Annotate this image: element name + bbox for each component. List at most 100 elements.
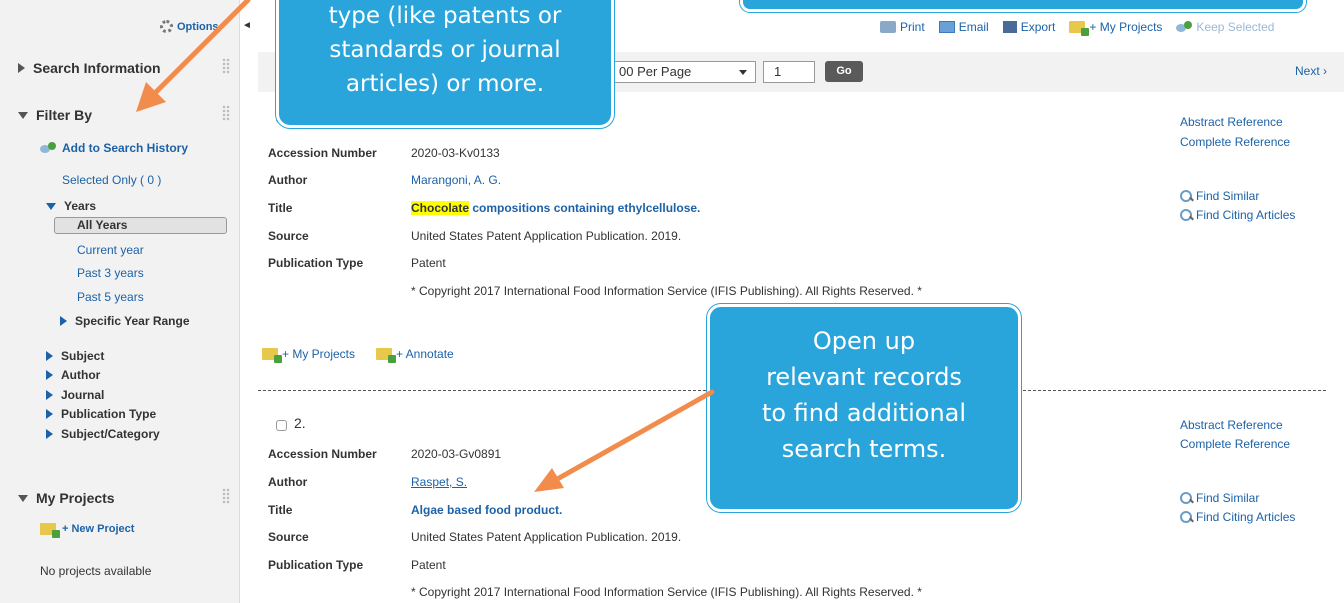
my-projects-label: My Projects xyxy=(36,490,115,506)
callout-line: relevant records xyxy=(766,363,962,391)
expand-arrow-icon xyxy=(46,390,53,400)
source-value: United States Patent Application Publica… xyxy=(411,530,682,544)
go-button[interactable]: Go xyxy=(825,61,863,82)
facet-publication-type[interactable]: Publication Type xyxy=(46,407,156,421)
record-2-checkbox[interactable] xyxy=(276,420,287,431)
filter-by-header[interactable]: Filter By xyxy=(18,107,92,123)
my-projects-label: + My Projects xyxy=(1089,20,1163,34)
add-to-projects-button[interactable]: + My Projects xyxy=(1069,20,1163,36)
complete-reference-link[interactable]: Complete Reference xyxy=(1180,437,1290,451)
no-projects-text: No projects available xyxy=(40,564,152,578)
search-information-header[interactable]: Search Information xyxy=(18,60,161,76)
facet-label: Publication Type xyxy=(61,407,157,421)
results-action-bar: Print Email Export + My Projects Keep Se… xyxy=(880,20,1274,36)
per-page-select[interactable]: 00 Per Page xyxy=(610,61,756,83)
history-icon xyxy=(40,142,56,154)
years-past3-option[interactable]: Past 3 years xyxy=(77,266,144,280)
record-2-number: 2. xyxy=(294,415,306,431)
export-icon xyxy=(1002,21,1017,33)
keep-icon xyxy=(1176,21,1193,33)
expand-arrow-icon xyxy=(60,316,67,326)
print-button[interactable]: Print xyxy=(880,20,925,34)
collapse-arrow-icon xyxy=(18,494,28,502)
expand-arrow-icon xyxy=(46,409,53,419)
drag-handle-icon[interactable] xyxy=(222,488,230,504)
callout-open-records-tip: Open up relevant records to find additio… xyxy=(707,304,1021,512)
years-label: Years xyxy=(64,199,97,213)
my-projects-label: + My Projects xyxy=(282,347,356,361)
copyright-text: * Copyright 2017 International Food Info… xyxy=(411,284,922,298)
drag-handle-icon[interactable] xyxy=(222,105,230,121)
accession-label: Accession Number xyxy=(268,447,377,461)
pub-type-value: Patent xyxy=(411,256,446,270)
specific-year-range-link[interactable]: Specific Year Range xyxy=(60,314,190,328)
complete-reference-link[interactable]: Complete Reference xyxy=(1180,135,1290,149)
accession-value: 2020-03-Gv0891 xyxy=(411,447,502,461)
folder-add-icon xyxy=(1069,21,1090,36)
email-button[interactable]: Email xyxy=(938,20,989,34)
facet-author[interactable]: Author xyxy=(46,368,100,382)
find-similar-link[interactable]: Find Similar xyxy=(1180,491,1259,505)
facet-label: Subject/Category xyxy=(61,427,160,441)
next-page-link[interactable]: Next › xyxy=(1295,64,1327,78)
folder-add-icon xyxy=(262,348,282,363)
print-label: Print xyxy=(900,20,925,34)
facet-label: Author xyxy=(61,368,101,382)
facet-journal[interactable]: Journal xyxy=(46,388,104,402)
collapse-sidebar-icon[interactable]: ◄ xyxy=(242,20,252,31)
page-number-input[interactable]: 1 xyxy=(763,61,815,83)
add-to-history-label: Add to Search History xyxy=(62,141,189,155)
facet-subject-category[interactable]: Subject/Category xyxy=(46,427,160,441)
callout-line: type (like patents or xyxy=(328,3,562,29)
record-1-annotate[interactable]: + Annotate xyxy=(376,347,454,363)
keep-selected-button[interactable]: Keep Selected xyxy=(1176,20,1274,34)
record-1-my-projects[interactable]: + My Projects xyxy=(262,347,356,363)
add-to-search-history-link[interactable]: Add to Search History xyxy=(40,141,188,155)
find-citing-label: Find Citing Articles xyxy=(1196,208,1296,222)
find-citing-link[interactable]: Find Citing Articles xyxy=(1180,510,1295,524)
record-title-link[interactable]: Algae based food product. xyxy=(411,503,562,517)
abstract-reference-link[interactable]: Abstract Reference xyxy=(1180,115,1283,129)
collapse-arrow-icon xyxy=(46,202,56,210)
source-label: Source xyxy=(268,229,309,243)
arrow-to-record-title xyxy=(534,389,715,492)
find-citing-label: Find Citing Articles xyxy=(1196,510,1296,524)
expand-arrow-icon xyxy=(46,370,53,380)
author-label: Author xyxy=(268,475,308,489)
author-label: Author xyxy=(268,173,308,187)
find-citing-link[interactable]: Find Citing Articles xyxy=(1180,208,1295,222)
new-project-link[interactable]: + New Project xyxy=(40,523,134,538)
email-icon xyxy=(938,21,955,33)
abstract-reference-link[interactable]: Abstract Reference xyxy=(1180,418,1283,432)
find-similar-label: Find Similar xyxy=(1196,491,1260,505)
accession-value: 2020-03-Kv0133 xyxy=(411,146,500,160)
folder-add-icon xyxy=(40,523,60,538)
search-information-label: Search Information xyxy=(33,60,161,76)
export-button[interactable]: Export xyxy=(1002,20,1056,34)
pub-type-label: Publication Type xyxy=(268,256,364,270)
years-past5-option[interactable]: Past 5 years xyxy=(77,290,144,304)
facet-subject[interactable]: Subject xyxy=(46,349,104,363)
author-link[interactable]: Raspet, S. xyxy=(411,475,467,489)
drag-handle-icon[interactable] xyxy=(222,58,230,74)
selected-only-link[interactable]: Selected Only ( 0 ) xyxy=(62,173,161,187)
facet-label: Journal xyxy=(61,388,105,402)
specific-year-range-label: Specific Year Range xyxy=(75,314,190,328)
title-label: Title xyxy=(268,503,293,517)
export-label: Export xyxy=(1020,20,1056,34)
title-text: compositions containing ethylcellulose. xyxy=(469,201,701,215)
copyright-text: * Copyright 2017 International Food Info… xyxy=(411,585,922,599)
accession-label: Accession Number xyxy=(268,146,377,160)
years-current-option[interactable]: Current year xyxy=(77,243,144,257)
options-link[interactable]: Options xyxy=(160,20,219,33)
record-title-link[interactable]: Chocolate compositions containing ethylc… xyxy=(411,201,700,215)
years-facet-header[interactable]: Years xyxy=(46,199,96,213)
author-link[interactable]: Marangoni, A. G. xyxy=(411,173,501,187)
my-projects-header[interactable]: My Projects xyxy=(18,490,115,506)
years-all-option[interactable]: All Years xyxy=(54,217,227,234)
printer-icon xyxy=(880,21,896,33)
email-label: Email xyxy=(958,20,989,34)
magnifier-icon xyxy=(1180,492,1194,504)
find-similar-link[interactable]: Find Similar xyxy=(1180,189,1259,203)
magnifier-icon xyxy=(1180,190,1194,202)
